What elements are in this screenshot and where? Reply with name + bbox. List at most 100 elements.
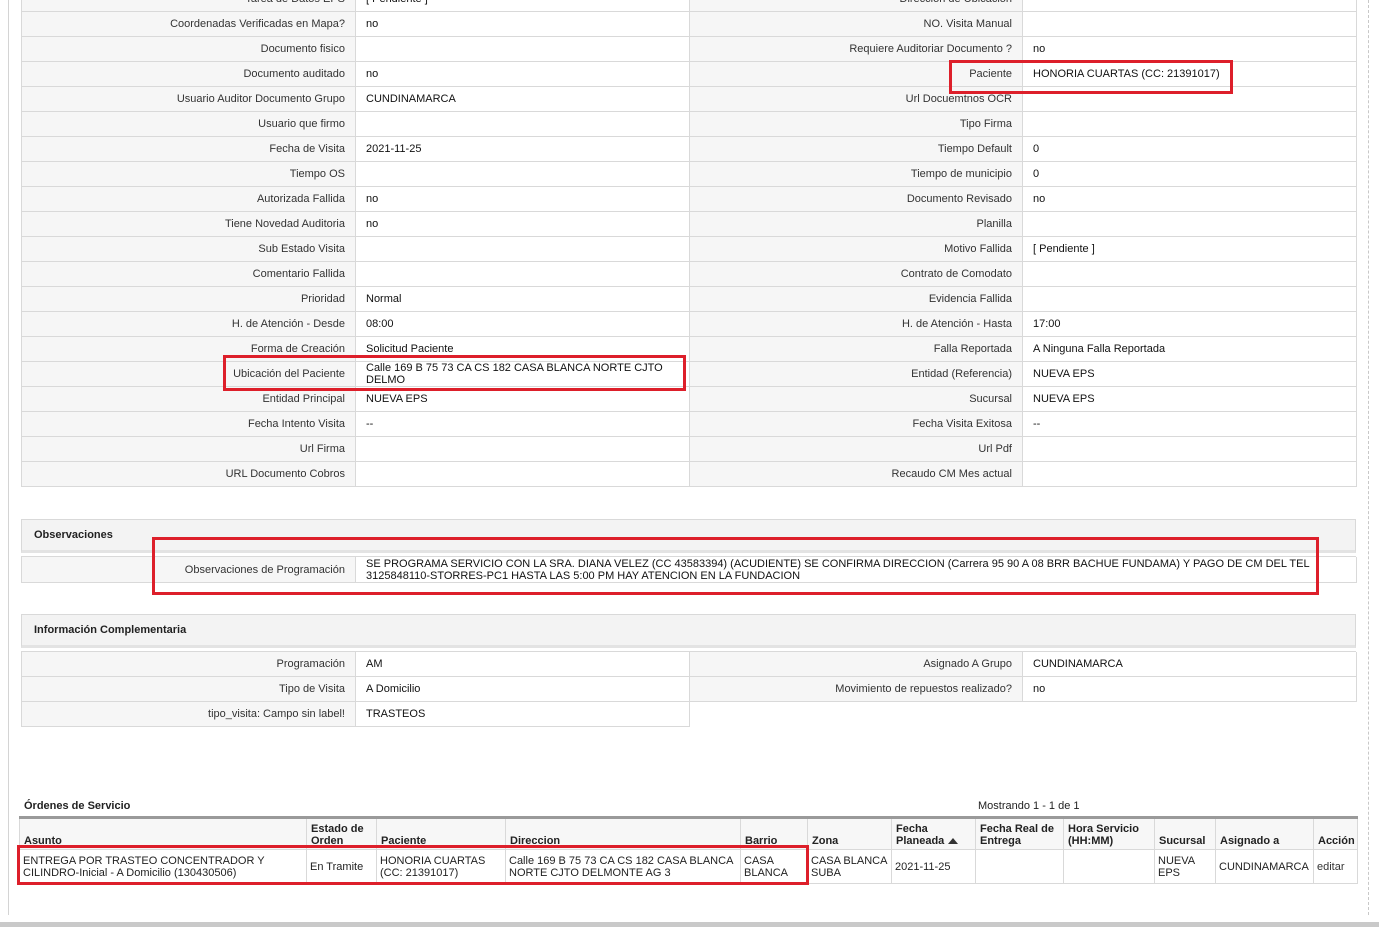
empty-cell [1023,702,1357,727]
field-value-planilla [1023,212,1357,237]
field-value-sucursal: NUEVA EPS [1023,387,1357,412]
column-header-label: Fecha Planeada [896,823,945,847]
cell-asunto: ENTREGA POR TRASTEO CONCENTRADOR Y CILIN… [19,849,307,884]
field-value-ubicacion-del-paciente: Calle 169 B 75 73 CA CS 182 CASA BLANCA … [356,362,690,387]
column-header-hora-servicio-hh-mm[interactable]: Hora Servicio (HH:MM) [1063,816,1155,850]
column-header-fecha-real-de-entrega[interactable]: Fecha Real de Entrega [975,816,1064,850]
field-label-tipo-visita-campo-sin-label: tipo_visita: Campo sin label! [22,702,356,727]
cell-fecha-real-de-entrega [975,849,1064,884]
cell-accion: editar [1313,849,1358,884]
field-value-programacion: AM [356,652,690,677]
field-value-tipo-visita-campo-sin-label: TRASTEOS [356,702,690,727]
field-label-h-de-atencion-hasta: H. de Atención - Hasta [690,312,1023,337]
field-value-coordenadas-verificadas-en-mapa: no [356,12,690,37]
field-label-paciente: Paciente [690,62,1023,87]
field-label-url-docuemtnos-ocr: Url Docuemtnos OCR [690,87,1023,112]
field-label-fecha-intento-visita: Fecha Intento Visita [22,412,356,437]
bottom-scrollbar[interactable] [0,922,1379,927]
column-header-label: Asignado a [1220,835,1280,847]
cell-hora-servicio-hh-mm [1063,849,1155,884]
observaciones-grid: Observaciones de Programación SE PROGRAM… [21,556,1357,583]
field-label-coordenadas-verificadas-en-mapa: Coordenadas Verificadas en Mapa? [22,12,356,37]
field-value-movimiento-de-repuestos-realizado: no [1023,677,1357,702]
field-label-autorizada-fallida: Autorizada Fallida [22,187,356,212]
info-complementaria-header: Información Complementaria [21,614,1356,648]
field-value-requiere-auditoriar-documento: no [1023,37,1357,62]
field-label-falla-reportada: Falla Reportada [690,337,1023,362]
field-value-comentario-fallida [356,262,690,287]
field-value-falla-reportada: A Ninguna Falla Reportada [1023,337,1357,362]
column-header-estado-de-orden[interactable]: Estado de Orden [306,816,377,850]
field-value-tiene-novedad-auditoria: no [356,212,690,237]
field-value-tipo-de-visita: A Domicilio [356,677,690,702]
table-row: ENTREGA POR TRASTEO CONCENTRADOR Y CILIN… [19,849,1358,884]
column-header-label: Paciente [381,835,427,847]
column-header-label: Asunto [24,835,62,847]
field-value-fecha-de-visita: 2021-11-25 [356,137,690,162]
observaciones-value: SE PROGRAMA SERVICIO CON LA SRA. DIANA V… [356,557,1357,583]
field-label-url-pdf: Url Pdf [690,437,1023,462]
field-label-usuario-auditor-documento-grupo: Usuario Auditor Documento Grupo [22,87,356,112]
observaciones-label: Observaciones de Programación [22,557,356,583]
field-value-documento-auditado: no [356,62,690,87]
empty-cell [690,702,1023,727]
field-label-direccion-de-ubicacion: Dirección de Ubicación [690,0,1023,12]
field-label-no-visita-manual: NO. Visita Manual [690,12,1023,37]
column-header-label: Acción [1318,835,1355,847]
field-value-h-de-atencion-desde: 08:00 [356,312,690,337]
column-header-label: Estado de Orden [311,823,364,847]
cell-direccion: Calle 169 B 75 73 CA CS 182 CASA BLANCA … [505,849,741,884]
cell-fecha-planeada: 2021-11-25 [891,849,976,884]
field-value-recaudo-cm-mes-actual [1023,462,1357,487]
column-header-zona[interactable]: Zona [807,816,892,850]
edit-link[interactable]: editar [1317,861,1345,873]
field-label-documento-fisico: Documento fisico [22,37,356,62]
field-value-sub-estado-visita [356,237,690,262]
field-label-fecha-de-visita: Fecha de Visita [22,137,356,162]
field-label-programacion: Programación [22,652,356,677]
column-header-fecha-planeada[interactable]: Fecha Planeada [891,816,976,850]
field-label-tipo-de-visita: Tipo de Visita [22,677,356,702]
column-header-asunto[interactable]: Asunto [19,816,307,850]
field-label-comentario-fallida: Comentario Fallida [22,262,356,287]
cell-estado-de-orden: En Tramite [306,849,377,884]
field-label-recaudo-cm-mes-actual: Recaudo CM Mes actual [690,462,1023,487]
field-value-prioridad: Normal [356,287,690,312]
field-value-motivo-fallida: [ Pendiente ] [1023,237,1357,262]
field-label-prioridad: Prioridad [22,287,356,312]
field-value-usuario-auditor-documento-grupo: CUNDINAMARCA [356,87,690,112]
info-complementaria-grid: Programación AM Asignado A Grupo CUNDINAMAR… [21,651,1357,727]
field-label-h-de-atencion-desde: H. de Atención - Desde [22,312,356,337]
details-grid: Tarea de Datos EPS [ Pendiente ] Dirección… [21,0,1357,487]
field-value-asignado-a-grupo: CUNDINAMARCA [1023,652,1357,677]
field-label-tarea-de-datos-eps: Tarea de Datos EPS [22,0,356,12]
column-header-label: Fecha Real de Entrega [980,823,1054,847]
field-value-evidencia-fallida [1023,287,1357,312]
field-label-tiene-novedad-auditoria: Tiene Novedad Auditoria [22,212,356,237]
column-header-barrio[interactable]: Barrio [740,816,808,850]
field-label-tiempo-default: Tiempo Default [690,137,1023,162]
field-label-sucursal: Sucursal [690,387,1023,412]
column-header-label: Barrio [745,835,778,847]
field-value-tipo-firma [1023,112,1357,137]
field-value-tiempo-os [356,162,690,187]
sort-ascending-icon[interactable] [948,838,959,844]
field-value-url-docuemtnos-ocr [1023,87,1357,112]
column-header-paciente[interactable]: Paciente [376,816,506,850]
field-label-tipo-firma: Tipo Firma [690,112,1023,137]
column-header-sucursal[interactable]: Sucursal [1154,816,1216,850]
column-header-asignado-a[interactable]: Asignado a [1215,816,1314,850]
field-label-sub-estado-visita: Sub Estado Visita [22,237,356,262]
cell-asignado-a: CUNDINAMARCA [1215,849,1314,884]
column-header-direccion[interactable]: Direccion [505,816,741,850]
column-header-label: Direccion [510,835,561,847]
page-edge [1368,0,1369,915]
field-label-url-documento-cobros: URL Documento Cobros [22,462,356,487]
field-label-contrato-de-comodato: Contrato de Comodato [690,262,1023,287]
column-header-label: Sucursal [1159,835,1206,847]
field-value-documento-fisico [356,37,690,62]
column-header-label: Hora Servicio (HH:MM) [1068,823,1139,847]
cell-zona: CASA BLANCA SUBA [807,849,892,884]
column-header-label: Zona [812,835,839,847]
column-header-accion[interactable]: Acción [1313,816,1358,850]
